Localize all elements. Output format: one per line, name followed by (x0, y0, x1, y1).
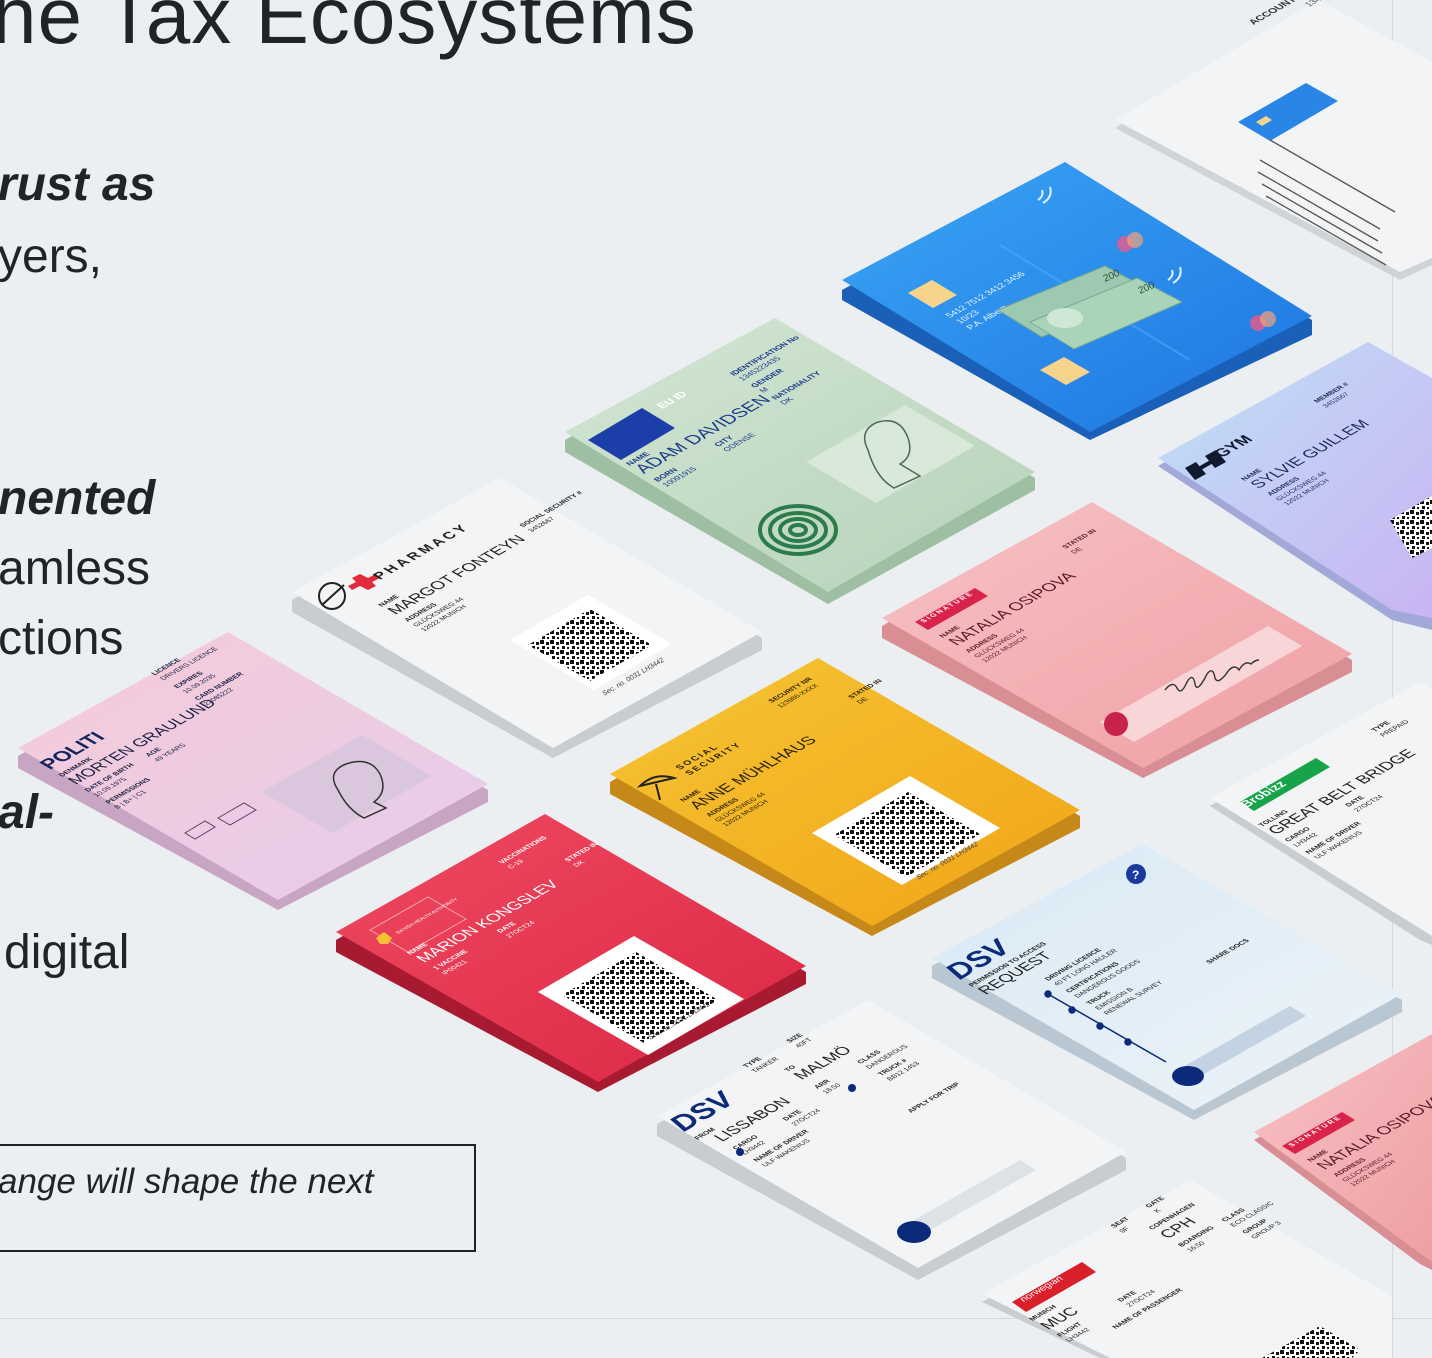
bank-cards: 5412 7512 3412 3456 10/23 P.A. Albertt 2… (842, 162, 1312, 440)
help-icon-label: ? (1132, 868, 1139, 882)
share-docs-slider-knob[interactable] (1172, 1066, 1204, 1086)
origin-dot-icon (736, 1148, 744, 1156)
apply-trip-slider-knob[interactable] (897, 1221, 931, 1243)
signature-slider-knob[interactable] (1104, 712, 1128, 736)
slide: he Tax Ecosystems rust as yers, nented a… (0, 0, 1432, 1358)
dsv-request-card: DSV PERMISSION TO ACCESS REQUEST DRIVING… (932, 844, 1402, 1120)
destination-dot-icon (848, 1084, 856, 1092)
wallet-cards-illustration: ACCOUNT NUMBER 1345223435 5412 7512 3412… (18, 0, 1432, 1358)
